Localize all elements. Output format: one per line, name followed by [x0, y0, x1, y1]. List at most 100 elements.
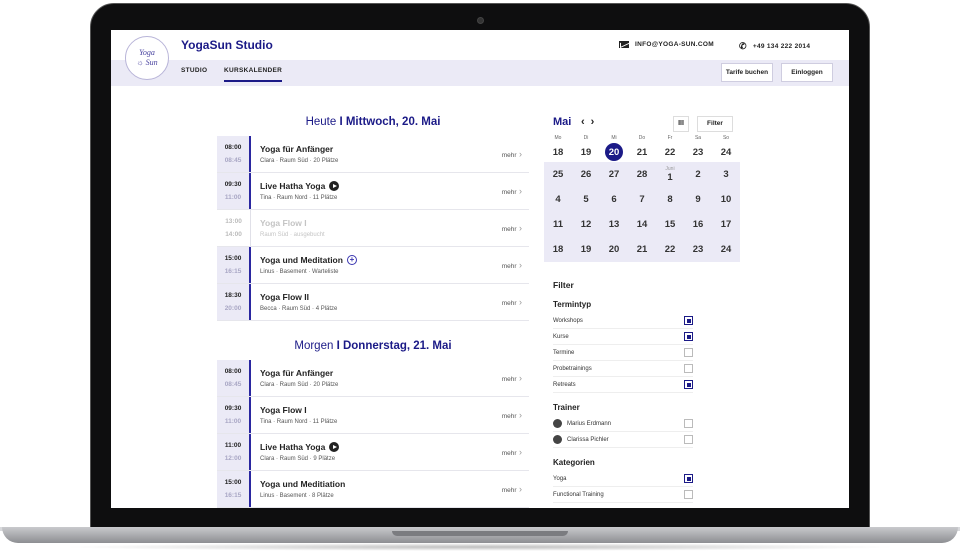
calendar-day[interactable]: 3 — [712, 162, 740, 187]
filter-checkbox[interactable] — [684, 364, 693, 373]
play-icon[interactable] — [329, 181, 340, 191]
more-link[interactable]: mehr — [502, 223, 522, 233]
filter-checkbox[interactable] — [684, 380, 693, 389]
more-link[interactable]: mehr — [502, 260, 522, 270]
play-icon[interactable] — [329, 442, 340, 452]
calendar-day[interactable]: 13 — [600, 212, 628, 237]
filter-option-label: Functional Training — [553, 492, 604, 498]
filter-option[interactable]: Retreats — [553, 377, 693, 393]
more-link[interactable]: mehr — [502, 410, 522, 420]
filter-group-title: Termintyp — [553, 300, 592, 309]
calendar-day[interactable]: 21 — [628, 142, 656, 162]
class-info: Yoga Flow II Becca · Raum Süd · 4 Plätze — [251, 292, 502, 312]
calendar-day[interactable]: 19 — [572, 237, 600, 262]
day-number: 22 — [664, 146, 676, 158]
filter-checkbox[interactable] — [684, 316, 693, 325]
calendar-day[interactable]: 26 — [572, 162, 600, 187]
schedule-row[interactable]: 11:00 12:00 Live Hatha Yoga Clara · Raum Sü… — [217, 434, 529, 471]
calendar-day[interactable]: 21 — [628, 237, 656, 262]
filter-checkbox[interactable] — [684, 332, 693, 341]
next-month-button[interactable]: › — [591, 116, 601, 128]
filter-option[interactable]: Kurse — [553, 329, 693, 345]
schedule-row[interactable]: 08:00 08:45 Yoga für Anfänger Clara · Raum … — [217, 360, 529, 397]
day-number: 26 — [580, 169, 592, 180]
day-number: 16 — [692, 219, 704, 230]
more-link[interactable]: mehr — [502, 484, 522, 494]
schedule-row[interactable]: 09:30 11:00 Yoga Flow I Tina · Raum Nord · … — [217, 397, 529, 434]
filter-option[interactable]: Clarissa Pichler — [553, 432, 693, 448]
nav-kurskalender[interactable]: KURSKALENDER — [224, 67, 283, 82]
calendar-day[interactable]: 27 — [600, 162, 628, 187]
filter-checkbox[interactable] — [684, 490, 693, 499]
day-number: 24 — [720, 146, 732, 158]
nav-studio[interactable]: STUDIO — [181, 67, 207, 74]
calendar-day[interactable]: 12 — [572, 212, 600, 237]
calendar-day[interactable]: 16 — [684, 212, 712, 237]
calendar-day[interactable]: 8 — [656, 187, 684, 212]
calendar-day[interactable]: 9 — [684, 187, 712, 212]
calendar-day[interactable]: 24 — [712, 237, 740, 262]
add-waitlist-icon[interactable]: + — [346, 255, 357, 265]
schedule-row[interactable]: 09:30 11:00 Live Hatha Yoga Tina · Raum Nor… — [217, 173, 529, 210]
login-button[interactable]: Einloggen — [781, 63, 833, 82]
class-name: Yoga und Meditiation — [260, 479, 502, 489]
schedule-row[interactable]: 13:00 14:00 Yoga Flow I Raum Süd · ausgebuc… — [217, 210, 529, 247]
calendar-day[interactable]: 24 — [712, 142, 740, 162]
calendar-day[interactable]: 14 — [628, 212, 656, 237]
day-number: 9 — [695, 194, 701, 205]
weekday-label: Fr — [667, 135, 673, 141]
email-contact[interactable]: INFO@YOGA-SUN.COM — [619, 41, 714, 48]
schedule-row[interactable]: 18:30 20:00 Yoga Flow II Becca · Raum Süd ·… — [217, 284, 529, 321]
calendar-day[interactable]: 5 — [572, 187, 600, 212]
calendar-day[interactable]: 23 — [684, 142, 712, 162]
more-link[interactable]: mehr — [502, 297, 522, 307]
day-number: 13 — [608, 219, 620, 230]
calendar-day[interactable]: 11 — [544, 212, 572, 237]
phone-contact[interactable]: ✆ +49 134 222 2014 — [739, 41, 810, 52]
calendar-day[interactable]: 7 — [628, 187, 656, 212]
more-link[interactable]: mehr — [502, 149, 522, 159]
view-toggle-button[interactable]: III — [673, 116, 689, 132]
filter-option[interactable]: Probetrainings — [553, 361, 693, 377]
schedule-row[interactable]: 15:00 16:15 Yoga und Meditiation Linus · Ba… — [217, 471, 529, 508]
calendar-day[interactable]: 22 — [656, 237, 684, 262]
more-link[interactable]: mehr — [502, 186, 522, 196]
class-name-text: Live Hatha Yoga — [260, 181, 326, 191]
calendar-day[interactable]: 10 — [712, 187, 740, 212]
filter-checkbox[interactable] — [684, 419, 693, 428]
class-name-text: Yoga Flow I — [260, 218, 307, 228]
calendar-day[interactable]: 22 — [656, 142, 684, 162]
filter-option[interactable]: Termine — [553, 345, 693, 361]
day-number: 21 — [636, 146, 648, 158]
more-link[interactable]: mehr — [502, 373, 522, 383]
brand-name[interactable]: YogaSun Studio — [181, 38, 273, 52]
calendar-day[interactable]: 19 — [572, 142, 600, 162]
calendar-day[interactable]: Juni 1 — [656, 162, 684, 187]
calendar-day[interactable]: 15 — [656, 212, 684, 237]
calendar-day[interactable]: 2 — [684, 162, 712, 187]
tarife-buchen-button[interactable]: Tarife buchen — [721, 63, 773, 82]
calendar-day[interactable]: 25 — [544, 162, 572, 187]
schedule-row[interactable]: 08:00 08:45 Yoga für Anfänger Clara · Raum … — [217, 136, 529, 173]
filter-checkbox[interactable] — [684, 348, 693, 357]
filter-option[interactable]: Yoga — [553, 471, 693, 487]
calendar-day[interactable]: 6 — [600, 187, 628, 212]
studio-logo[interactable]: Yoga ☼ Sun — [125, 36, 169, 80]
calendar-day[interactable]: 23 — [684, 237, 712, 262]
calendar-day[interactable]: 20 — [600, 142, 628, 162]
filter-checkbox[interactable] — [684, 474, 693, 483]
more-link[interactable]: mehr — [502, 447, 522, 457]
calendar-day[interactable]: 18 — [544, 237, 572, 262]
calendar-day[interactable]: 28 — [628, 162, 656, 187]
filter-button[interactable]: Filter — [697, 116, 733, 132]
filter-option[interactable]: Functional Training — [553, 487, 693, 503]
schedule-row[interactable]: 15:00 16:15 Yoga und Meditation + Linus · Ba… — [217, 247, 529, 284]
calendar-day[interactable]: 20 — [600, 237, 628, 262]
filter-option[interactable]: Marius Erdmann — [553, 416, 693, 432]
filter-checkbox[interactable] — [684, 435, 693, 444]
calendar-day[interactable]: 4 — [544, 187, 572, 212]
prev-month-button[interactable]: ‹ — [581, 116, 591, 128]
calendar-day[interactable]: 17 — [712, 212, 740, 237]
calendar-day[interactable]: 18 — [544, 142, 572, 162]
filter-option[interactable]: Workshops — [553, 313, 693, 329]
